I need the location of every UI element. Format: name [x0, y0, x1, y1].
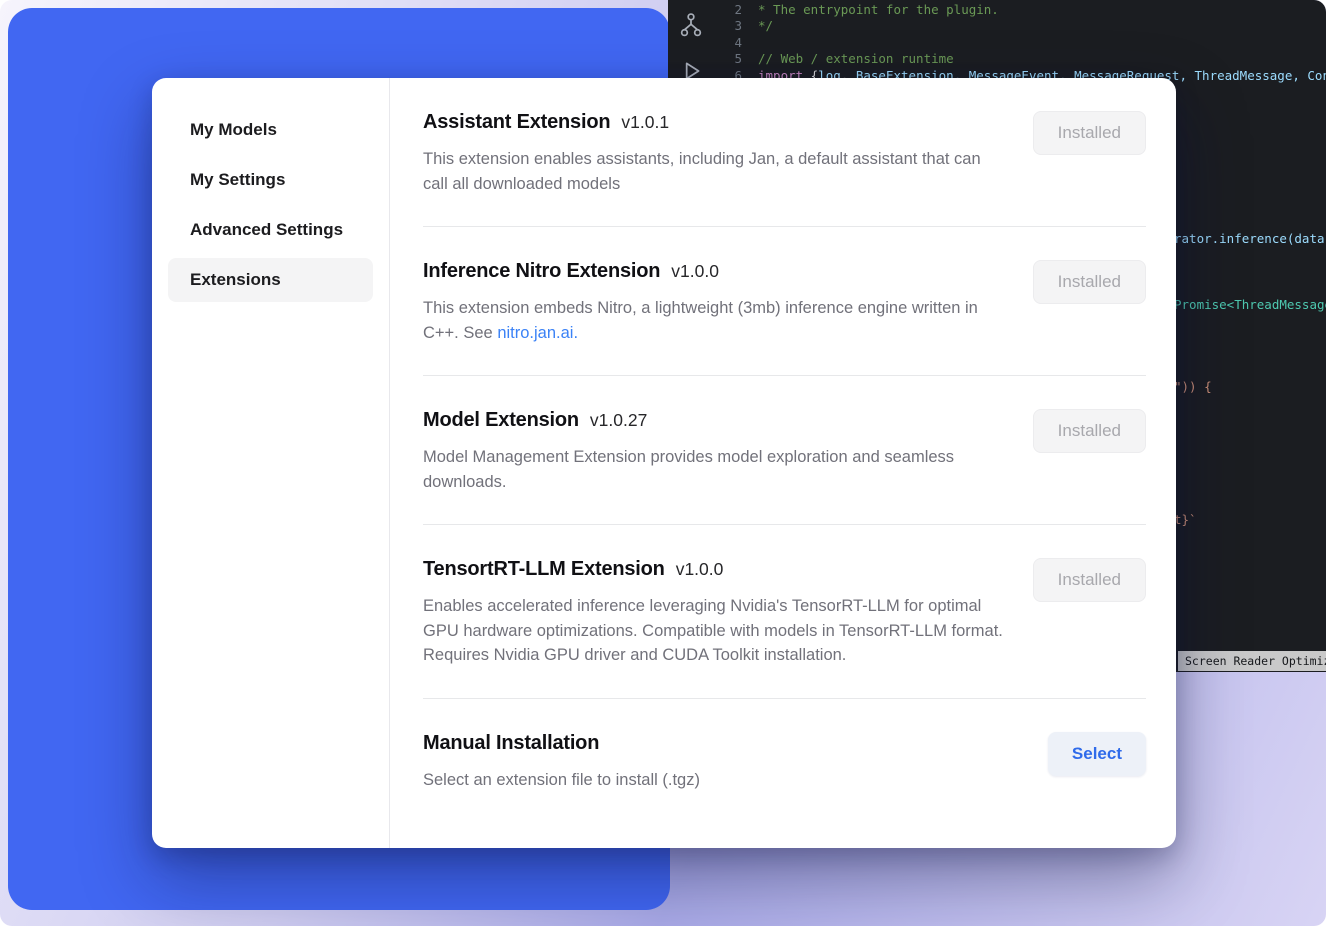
installed-button[interactable]: Installed	[1033, 260, 1146, 304]
manual-installation-title: Manual Installation	[423, 732, 599, 755]
manual-installation-info: Manual Installation Select an extension …	[423, 732, 700, 793]
extension-title: Assistant Extension	[423, 111, 610, 134]
extension-version: v1.0.0	[671, 261, 719, 282]
extension-description: This extension embeds Nitro, a lightweig…	[423, 296, 1008, 345]
installed-button[interactable]: Installed	[1033, 111, 1146, 155]
extension-row-assistant: Assistant Extension v1.0.1 This extensio…	[423, 78, 1146, 227]
sidebar-item-my-models[interactable]: My Models	[168, 108, 373, 152]
git-fork-icon[interactable]	[678, 12, 704, 38]
line-number: 3	[720, 18, 742, 34]
editor-status-bar: go Screen Reader Optimized	[1152, 650, 1326, 672]
extension-info: Inference Nitro Extension v1.0.0 This ex…	[423, 260, 1008, 345]
status-item-screen-reader[interactable]: Screen Reader Optimized	[1178, 651, 1326, 671]
extension-info: Assistant Extension v1.0.1 This extensio…	[423, 111, 1008, 196]
screenshot-root: 2* The entrypoint for the plugin. 3*/ 4 …	[0, 0, 1326, 926]
nitro-jan-ai-link[interactable]: nitro.jan.ai.	[497, 324, 578, 342]
code-fragment: Promise<ThreadMessage>	[1174, 297, 1326, 312]
extension-row-tensorrt-llm: TensortRT-LLM Extension v1.0.0 Enables a…	[423, 525, 1146, 699]
extension-title: Inference Nitro Extension	[423, 260, 660, 283]
code-text: // Web / extension runtime	[758, 51, 954, 66]
sidebar-item-extensions[interactable]: Extensions	[168, 258, 373, 302]
sidebar-item-my-settings[interactable]: My Settings	[168, 158, 373, 202]
code-fragment: rator.inference(data));	[1174, 231, 1326, 246]
extension-version: v1.0.27	[590, 410, 647, 431]
extension-row-inference-nitro: Inference Nitro Extension v1.0.0 This ex…	[423, 227, 1146, 376]
code-text: */	[758, 18, 773, 33]
extension-title: TensortRT-LLM Extension	[423, 558, 665, 581]
extension-info: TensortRT-LLM Extension v1.0.0 Enables a…	[423, 558, 1008, 668]
code-area: 2* The entrypoint for the plugin. 3*/ 4 …	[720, 2, 1326, 84]
code-line: 3 */	[720, 18, 1326, 34]
installed-button[interactable]: Installed	[1033, 409, 1146, 453]
extension-row-model: Model Extension v1.0.27 Model Management…	[423, 376, 1146, 525]
sidebar-item-advanced-settings[interactable]: Advanced Settings	[168, 208, 373, 252]
code-line: 5 // Web / extension runtime	[720, 51, 1326, 67]
manual-installation-row: Manual Installation Select an extension …	[423, 699, 1146, 823]
settings-modal: My Models My Settings Advanced Settings …	[152, 78, 1176, 848]
extension-title: Model Extension	[423, 409, 579, 432]
installed-button[interactable]: Installed	[1033, 558, 1146, 602]
extensions-panel: Assistant Extension v1.0.1 This extensio…	[390, 78, 1176, 848]
line-number: 4	[720, 35, 742, 51]
code-line: 2 * The entrypoint for the plugin.	[720, 2, 1326, 18]
code-fragment: ")) {	[1174, 379, 1212, 394]
select-file-button[interactable]: Select	[1048, 732, 1146, 776]
settings-sidebar: My Models My Settings Advanced Settings …	[152, 78, 390, 848]
manual-installation-description: Select an extension file to install (.tg…	[423, 768, 700, 793]
line-number: 2	[720, 2, 742, 18]
code-fragment: t}`	[1174, 512, 1197, 527]
line-number: 5	[720, 51, 742, 67]
extension-description: Enables accelerated inference leveraging…	[423, 594, 1008, 668]
extension-version: v1.0.1	[621, 112, 669, 133]
extension-description: Model Management Extension provides mode…	[423, 445, 1008, 494]
extension-version: v1.0.0	[676, 559, 724, 580]
code-line: 4	[720, 35, 1326, 51]
extension-description: This extension enables assistants, inclu…	[423, 147, 1008, 196]
code-text: * The entrypoint for the plugin.	[758, 2, 999, 17]
extension-info: Model Extension v1.0.27 Model Management…	[423, 409, 1008, 494]
